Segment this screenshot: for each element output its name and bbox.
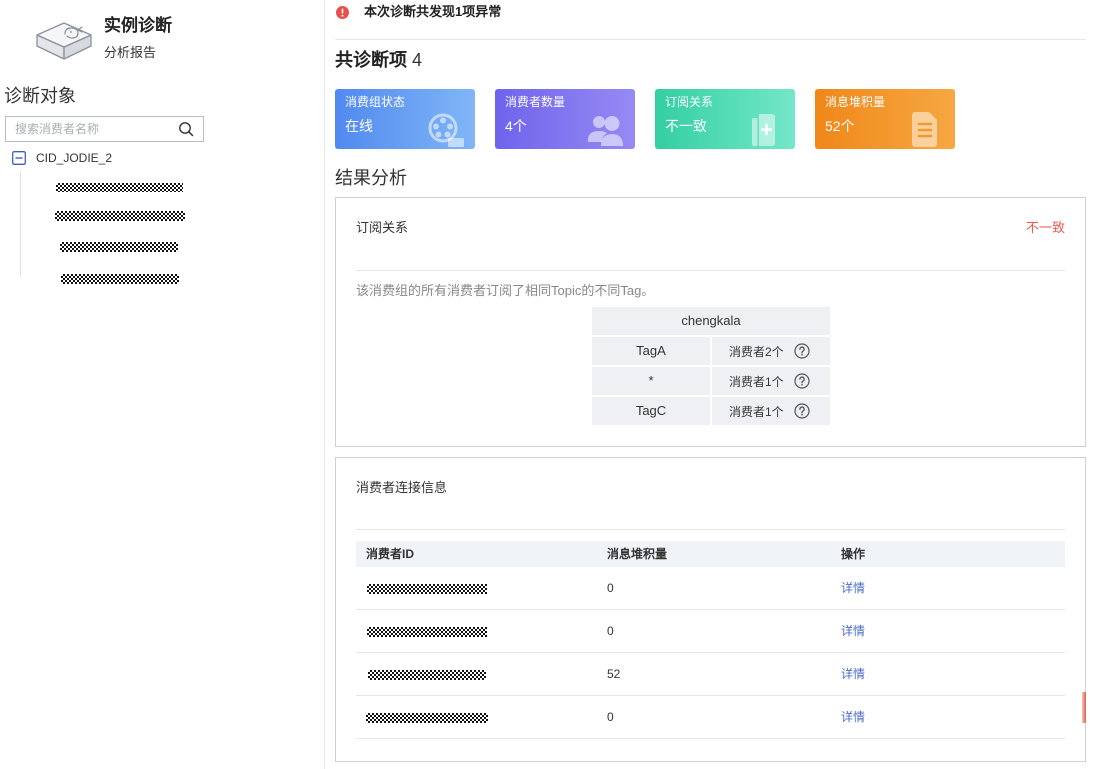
card-consumer-count[interactable]: 消费者数量 4个 bbox=[495, 89, 635, 149]
diagnosis-report-page: 实例诊断 分析报告 诊断对象 CID_JODIE_2 bbox=[0, 0, 1096, 769]
consumer-id-redacted bbox=[366, 713, 488, 723]
card-value: 不一致 bbox=[665, 118, 707, 134]
details-link[interactable]: 详情 bbox=[841, 696, 865, 738]
backlog-cell: 52 bbox=[607, 667, 621, 681]
panel-description: 该消费组的所有消费者订阅了相同Topic的不同Tag。 bbox=[356, 283, 655, 298]
backlog-cell: 0 bbox=[607, 710, 614, 724]
card-subscription-relation[interactable]: 订阅关系 不一致 bbox=[655, 89, 795, 149]
consumer-count-cell: 消费者2个 bbox=[712, 337, 830, 365]
card-value: 52个 bbox=[825, 118, 855, 134]
tree-child-redacted[interactable] bbox=[60, 242, 178, 252]
consumer-connection-table: 消费者ID 消息堆积量 操作 0 详情 0 详情 52 详情 0 详情 bbox=[356, 541, 1065, 739]
backlog-cell: 0 bbox=[607, 581, 614, 595]
document-add-icon bbox=[750, 112, 778, 149]
diagnosis-alert: 本次诊断共发现1项异常 bbox=[336, 3, 501, 21]
error-circle-icon bbox=[336, 5, 349, 19]
table-row: 0 详情 bbox=[356, 610, 1065, 653]
app-subtitle: 分析报告 bbox=[104, 45, 157, 60]
consumer-search-box[interactable] bbox=[5, 116, 204, 142]
users-icon bbox=[587, 113, 625, 149]
tree-child-redacted[interactable] bbox=[61, 274, 179, 284]
consumer-connection-panel: 消费者连接信息 消费者ID 消息堆积量 操作 0 详情 0 详情 52 详情 0… bbox=[335, 457, 1086, 762]
summary-count: 4 bbox=[412, 50, 423, 70]
table-row: 0 详情 bbox=[356, 696, 1065, 739]
details-link[interactable]: 详情 bbox=[841, 610, 865, 652]
consumer-id-redacted bbox=[367, 584, 487, 594]
alert-text: 本次诊断共发现1项异常 bbox=[364, 4, 502, 19]
diagnosis-target-title: 诊断对象 bbox=[4, 86, 76, 106]
consumer-id-redacted bbox=[368, 670, 486, 680]
status-badge: 不一致 bbox=[1025, 220, 1065, 235]
consumer-count-label: 消费者2个 bbox=[729, 344, 784, 359]
document-list-icon bbox=[911, 110, 939, 149]
summary-label: 共诊断项 bbox=[335, 50, 407, 70]
help-icon[interactable] bbox=[794, 343, 810, 359]
card-label: 消费组状态 bbox=[345, 95, 406, 109]
consumer-count-label: 消费者1个 bbox=[729, 404, 784, 419]
backlog-cell: 0 bbox=[607, 624, 614, 638]
table-row: 52 详情 bbox=[356, 653, 1065, 696]
subscription-row: TagA 消费者2个 bbox=[592, 337, 830, 365]
card-value: 在线 bbox=[345, 118, 373, 134]
consumer-count-cell: 消费者1个 bbox=[712, 397, 830, 425]
app-title: 实例诊断 bbox=[104, 16, 172, 35]
column-header-consumer-id: 消费者ID bbox=[366, 547, 415, 561]
details-link[interactable]: 详情 bbox=[841, 567, 865, 609]
card-message-backlog[interactable]: 消息堆积量 52个 bbox=[815, 89, 955, 149]
card-label: 消息堆积量 bbox=[825, 95, 886, 109]
tree-child-redacted[interactable] bbox=[56, 183, 183, 192]
subscription-table: chengkala TagA 消费者2个 * 消费者1个 TagC 消费者1个 bbox=[592, 307, 830, 425]
details-link[interactable]: 详情 bbox=[841, 653, 865, 695]
panel-title: 消费者连接信息 bbox=[356, 480, 448, 495]
tag-cell: * bbox=[592, 367, 710, 395]
card-label: 消费者数量 bbox=[505, 95, 566, 109]
card-value: 4个 bbox=[505, 118, 527, 134]
subscription-row: * 消费者1个 bbox=[592, 367, 830, 395]
consumer-count-label: 消费者1个 bbox=[729, 374, 784, 389]
consumer-count-cell: 消费者1个 bbox=[712, 367, 830, 395]
collapse-minus-icon[interactable] bbox=[12, 151, 26, 165]
consumer-search-input[interactable] bbox=[6, 117, 178, 141]
card-label: 订阅关系 bbox=[665, 95, 714, 109]
help-icon[interactable] bbox=[794, 403, 810, 419]
sidebar: 实例诊断 分析报告 诊断对象 CID_JODIE_2 bbox=[0, 0, 325, 769]
tag-cell: TagC bbox=[592, 397, 710, 425]
divider bbox=[335, 39, 1086, 40]
diagnosis-summary: 共诊断项 4 bbox=[335, 49, 422, 71]
divider bbox=[356, 529, 1065, 530]
divider bbox=[356, 270, 1065, 271]
table-row: 0 详情 bbox=[356, 567, 1065, 610]
floating-edge-marker[interactable] bbox=[1082, 692, 1086, 723]
tree-child-redacted[interactable] bbox=[55, 211, 185, 221]
table-header: 消费者ID 消息堆积量 操作 bbox=[356, 541, 1065, 567]
panel-title: 订阅关系 bbox=[356, 220, 409, 235]
subscription-row: TagC 消费者1个 bbox=[592, 397, 830, 425]
help-icon[interactable] bbox=[794, 373, 810, 389]
instance-diagnosis-logo-icon bbox=[31, 15, 97, 67]
column-header-action: 操作 bbox=[841, 547, 866, 561]
results-analysis-title: 结果分析 bbox=[335, 168, 407, 188]
tree-connector-line bbox=[20, 171, 21, 276]
film-reel-icon bbox=[427, 112, 465, 149]
consumer-id-redacted bbox=[367, 627, 487, 637]
tree-root-label: CID_JODIE_2 bbox=[36, 151, 113, 165]
subscription-relation-panel: 订阅关系 不一致 该消费组的所有消费者订阅了相同Topic的不同Tag。 che… bbox=[335, 197, 1086, 447]
search-icon[interactable] bbox=[178, 121, 194, 137]
card-consumer-group-status[interactable]: 消费组状态 在线 bbox=[335, 89, 475, 149]
column-header-backlog: 消息堆积量 bbox=[607, 547, 668, 561]
tag-cell: TagA bbox=[592, 337, 710, 365]
tree-root-node[interactable]: CID_JODIE_2 bbox=[12, 150, 112, 166]
topic-name: chengkala bbox=[592, 307, 830, 335]
